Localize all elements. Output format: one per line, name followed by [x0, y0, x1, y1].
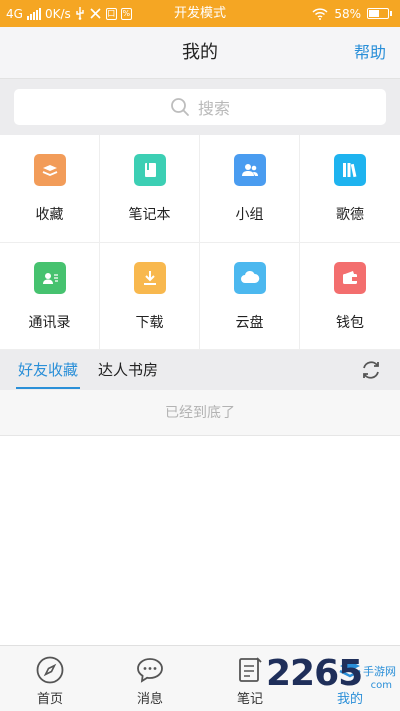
wallet-icon — [334, 261, 366, 294]
grid-item-label: 云盘 — [235, 314, 264, 331]
grid-item-cloud[interactable]: 云盘 — [200, 242, 300, 350]
grid-item-contacts[interactable]: 通讯录 — [0, 242, 100, 350]
search-bar: 搜索 — [0, 79, 400, 135]
grid-item-group[interactable]: 小组 — [200, 135, 300, 243]
page-title: 我的 — [182, 42, 218, 63]
tab-friends-favorites[interactable]: 好友收藏 — [18, 350, 78, 390]
nav-item-notes[interactable]: 笔记 — [200, 646, 300, 711]
wifi-icon — [312, 7, 328, 20]
favorites-icon — [33, 154, 66, 186]
compass-icon — [36, 656, 64, 684]
refresh-icon[interactable] — [360, 359, 382, 381]
grid-item-label: 收藏 — [35, 207, 64, 223]
contacts-icon — [33, 261, 66, 294]
cloud-icon — [233, 261, 266, 294]
bottom-nav: 首页 消息 笔记 我的 — [0, 645, 400, 711]
group-icon — [233, 154, 266, 186]
grid-item-books[interactable]: 歌德 — [300, 135, 400, 243]
grid-item-notebook[interactable]: 笔记本 — [100, 135, 200, 243]
download-icon — [133, 261, 166, 294]
feature-grid: 收藏 笔记本 小组 歌德 通讯录 下载 云盘 钱包 — [0, 135, 400, 350]
note-icon — [239, 657, 262, 682]
search-input[interactable]: 搜索 — [14, 89, 386, 125]
grid-item-label: 钱包 — [336, 314, 364, 331]
status-bar: 4G 0K/s 口 % 开发模式 58% — [0, 0, 400, 27]
grid-item-label: 小组 — [235, 207, 264, 223]
grid-item-favorites[interactable]: 收藏 — [0, 135, 100, 243]
grid-item-label: 歌德 — [336, 207, 364, 223]
nav-item-me[interactable]: 我的 — [300, 646, 400, 711]
status-bar-right: 58% — [312, 0, 392, 27]
search-placeholder: 搜索 — [197, 99, 230, 118]
header: 我的 帮助 — [0, 27, 400, 79]
me-icon — [339, 661, 361, 678]
battery-percent: 58% — [334, 6, 361, 21]
books-icon — [334, 154, 366, 186]
nav-label: 笔记 — [236, 692, 263, 707]
nav-item-home[interactable]: 首页 — [0, 646, 100, 711]
grid-item-label: 下载 — [135, 314, 164, 331]
grid-item-label: 笔记本 — [128, 207, 171, 223]
search-icon — [171, 98, 189, 116]
grid-item-label: 通讯录 — [28, 314, 71, 331]
tab-expert-study[interactable]: 达人书房 — [98, 350, 158, 390]
help-button[interactable]: 帮助 — [354, 27, 386, 79]
battery-icon — [367, 8, 392, 19]
nav-label: 我的 — [336, 692, 363, 707]
notebook-icon — [133, 154, 166, 186]
nav-item-messages[interactable]: 消息 — [100, 646, 200, 711]
message-icon — [137, 658, 163, 683]
nav-label: 消息 — [136, 692, 163, 707]
nav-label: 首页 — [36, 692, 63, 707]
list-end-text: 已经到底了 — [0, 390, 400, 436]
active-tab-indicator — [16, 387, 80, 389]
grid-item-wallet[interactable]: 钱包 — [300, 243, 400, 350]
collection-tabs: 好友收藏 达人书房 — [0, 350, 400, 390]
grid-item-download[interactable]: 下载 — [100, 242, 200, 350]
